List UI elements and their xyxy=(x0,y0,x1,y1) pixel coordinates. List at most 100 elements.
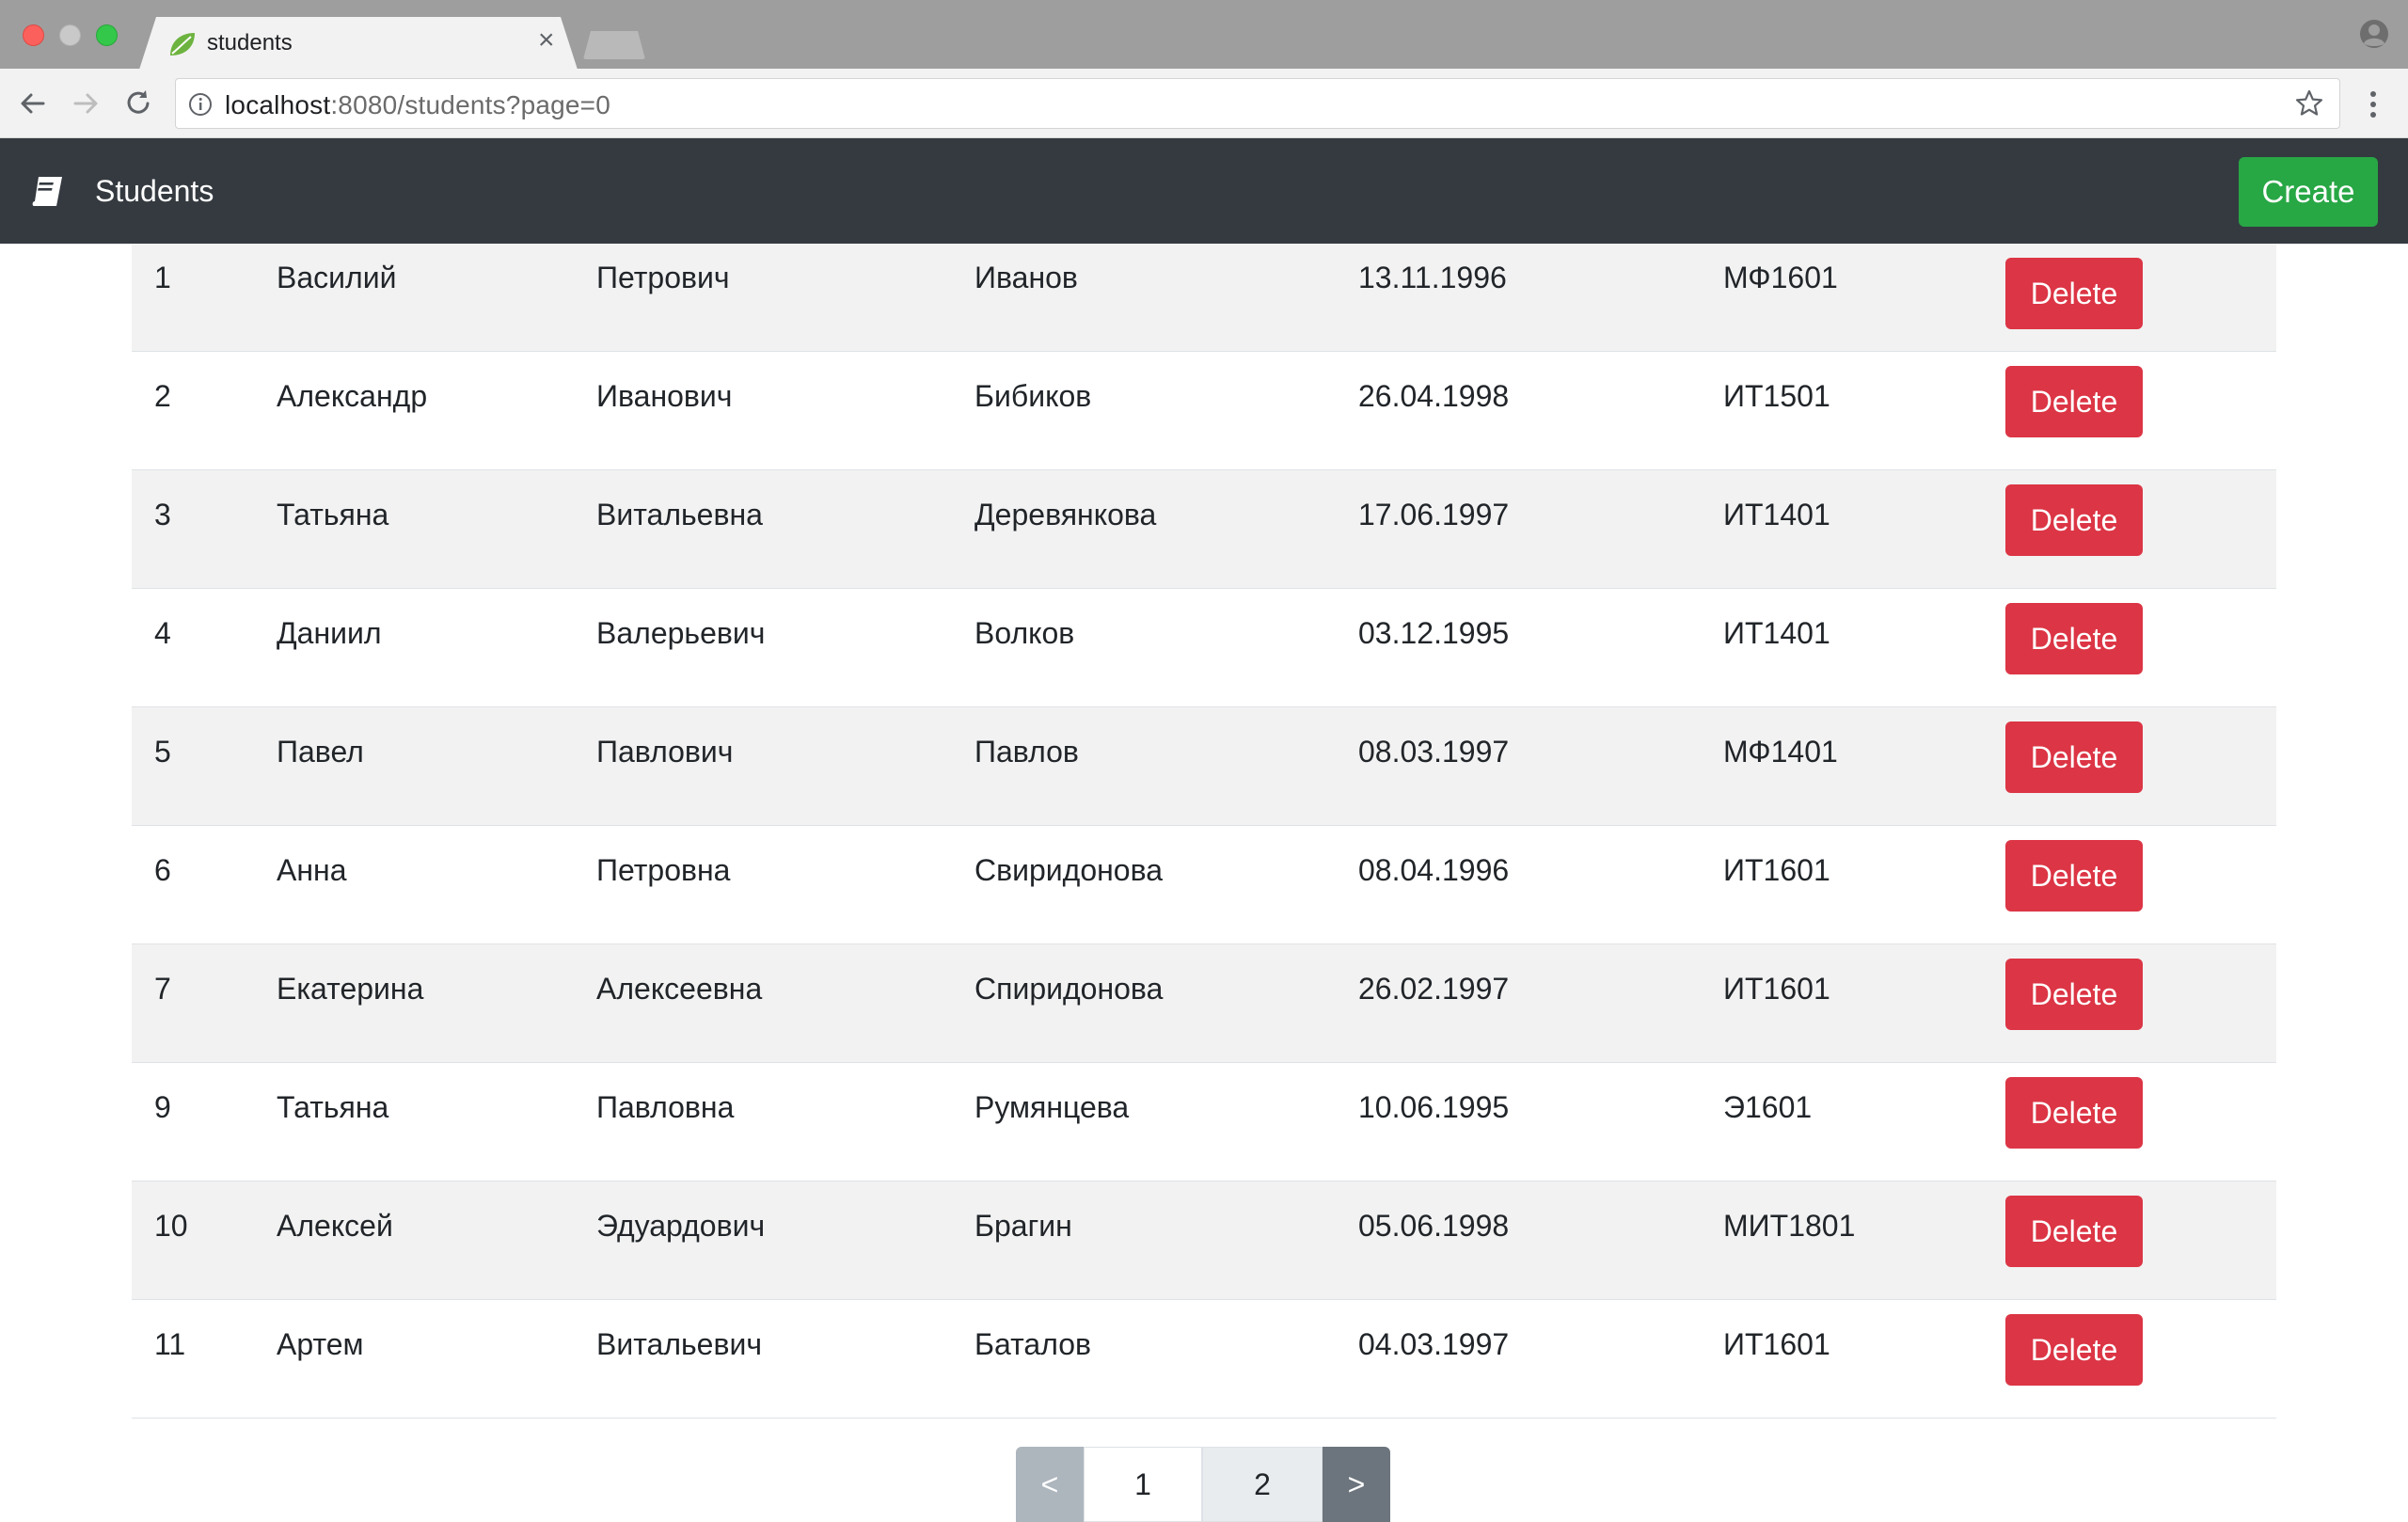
student-middle-name: Витальевна xyxy=(596,498,763,531)
student-last-name: Баталов xyxy=(974,1327,1092,1361)
delete-button[interactable]: Delete xyxy=(2005,721,2143,793)
student-first-name: Александр xyxy=(277,379,428,413)
table-row: 10 Алексей Эдуардович Брагин 05.06.1998 МИТ18… xyxy=(132,1181,2276,1300)
student-last-name: Бибиков xyxy=(974,379,1092,413)
student-last-name: Брагин xyxy=(974,1209,1072,1243)
student-last-name: Свиридонова xyxy=(974,853,1164,887)
reload-icon[interactable] xyxy=(120,86,156,121)
brand-title[interactable]: Students xyxy=(95,174,214,209)
student-group: ИТ1401 xyxy=(1723,498,1830,531)
bookmark-star-icon[interactable] xyxy=(2294,88,2324,119)
student-first-name: Даниил xyxy=(277,616,382,650)
student-group: ИТ1401 xyxy=(1723,616,1830,650)
student-group: Э1601 xyxy=(1723,1090,1813,1124)
delete-button[interactable]: Delete xyxy=(2005,1314,2143,1386)
student-first-name: Татьяна xyxy=(277,498,389,531)
student-birth-date: 08.04.1996 xyxy=(1358,853,1510,887)
forward-arrow-icon[interactable] xyxy=(68,86,103,121)
student-group: МИТ1801 xyxy=(1723,1209,1856,1243)
profile-icon[interactable] xyxy=(2359,19,2389,49)
student-first-name: Екатерина xyxy=(277,972,424,1006)
student-first-name: Татьяна xyxy=(277,1090,389,1124)
student-middle-name: Петровна xyxy=(596,853,731,887)
back-arrow-icon[interactable] xyxy=(15,86,51,121)
student-middle-name: Иванович xyxy=(596,379,733,413)
student-group: ИТ1601 xyxy=(1723,853,1830,887)
table-row: 6 Анна Петровна Свиридонова 08.04.1996 ИТ1601… xyxy=(132,826,2276,944)
new-tab-button[interactable] xyxy=(583,31,645,59)
table-row: 9 Татьяна Павловна Румянцева 10.06.1995 Э1601… xyxy=(132,1063,2276,1181)
student-middle-name: Витальевич xyxy=(596,1327,762,1361)
student-birth-date: 13.11.1996 xyxy=(1358,261,1507,294)
delete-button[interactable]: Delete xyxy=(2005,484,2143,556)
student-middle-name: Павловна xyxy=(596,1090,735,1124)
delete-button[interactable]: Delete xyxy=(2005,366,2143,437)
window-close-button[interactable] xyxy=(23,24,44,46)
tab-close-icon[interactable]: × xyxy=(538,26,555,55)
tab-title: students xyxy=(207,30,293,55)
student-last-name: Волков xyxy=(974,616,1075,650)
student-group: ИТ1601 xyxy=(1723,972,1830,1006)
student-birth-date: 08.03.1997 xyxy=(1358,735,1510,769)
student-first-name: Алексей xyxy=(277,1209,393,1243)
window-minimize-button[interactable] xyxy=(59,24,81,46)
student-birth-date: 03.12.1995 xyxy=(1358,616,1510,650)
student-middle-name: Павлович xyxy=(596,735,734,769)
student-last-name: Румянцева xyxy=(974,1090,1130,1124)
delete-button[interactable]: Delete xyxy=(2005,959,2143,1030)
student-birth-date: 26.04.1998 xyxy=(1358,379,1510,413)
student-first-name: Артем xyxy=(277,1327,364,1361)
page-2-button[interactable]: 2 xyxy=(1202,1447,1323,1522)
delete-button[interactable]: Delete xyxy=(2005,840,2143,912)
student-group: МФ1601 xyxy=(1723,261,1838,294)
next-page-button[interactable]: > xyxy=(1323,1447,1390,1522)
student-birth-date: 10.06.1995 xyxy=(1358,1090,1510,1124)
info-icon[interactable] xyxy=(187,91,214,118)
student-first-name: Василий xyxy=(277,261,397,294)
student-id: 7 xyxy=(154,972,171,1006)
student-last-name: Иванов xyxy=(974,261,1078,294)
student-last-name: Спиридонова xyxy=(974,972,1164,1006)
student-last-name: Павлов xyxy=(974,735,1079,769)
student-birth-date: 04.03.1997 xyxy=(1358,1327,1510,1361)
student-group: МФ1401 xyxy=(1723,735,1838,769)
browser-tab-strip: students × xyxy=(0,0,2408,70)
delete-button[interactable]: Delete xyxy=(2005,1077,2143,1149)
student-birth-date: 05.06.1998 xyxy=(1358,1209,1510,1243)
delete-button[interactable]: Delete xyxy=(2005,603,2143,674)
browser-tab[interactable]: students × xyxy=(139,17,578,70)
browser-menu-icon[interactable] xyxy=(2361,86,2385,123)
student-id: 5 xyxy=(154,735,171,769)
prev-page-button[interactable]: < xyxy=(1016,1447,1084,1522)
table-row: 2 Александр Иванович Бибиков 26.04.1998 ИТ150… xyxy=(132,352,2276,470)
table-row: 3 Татьяна Витальевна Деревянкова 17.06.1997 И… xyxy=(132,470,2276,589)
app-navbar: Students Create xyxy=(0,138,2408,244)
student-id: 9 xyxy=(154,1090,171,1124)
url-text[interactable]: localhost:8080/students?page=0 xyxy=(225,90,610,120)
page-1-button[interactable]: 1 xyxy=(1084,1447,1202,1522)
delete-button[interactable]: Delete xyxy=(2005,258,2143,329)
address-bar[interactable]: localhost:8080/students?page=0 xyxy=(175,78,2340,129)
student-last-name: Деревянкова xyxy=(974,498,1157,531)
url-path: :8080/students?page=0 xyxy=(330,90,610,119)
table-row: 7 Екатерина Алексеевна Спиридонова 26.02.199… xyxy=(132,944,2276,1063)
student-group: ИТ1501 xyxy=(1723,379,1830,413)
student-id: 10 xyxy=(154,1209,188,1243)
table-row: 4 Даниил Валерьевич Волков 03.12.1995 ИТ1401 D… xyxy=(132,589,2276,707)
browser-toolbar: localhost:8080/students?page=0 xyxy=(0,69,2408,138)
student-id: 11 xyxy=(154,1327,186,1361)
student-middle-name: Валерьевич xyxy=(596,616,766,650)
student-group: ИТ1601 xyxy=(1723,1327,1830,1361)
table-row: 11 Артем Витальевич Баталов 04.03.1997 ИТ1601… xyxy=(132,1300,2276,1419)
student-id: 6 xyxy=(154,853,171,887)
student-id: 2 xyxy=(154,379,171,413)
student-birth-date: 26.02.1997 xyxy=(1358,972,1510,1006)
create-button[interactable]: Create xyxy=(2239,157,2378,227)
table-row: 5 Павел Павлович Павлов 08.03.1997 МФ1401 Dele… xyxy=(132,707,2276,826)
window-maximize-button[interactable] xyxy=(96,24,118,46)
student-id: 3 xyxy=(154,498,171,531)
student-middle-name: Петрович xyxy=(596,261,730,294)
delete-button[interactable]: Delete xyxy=(2005,1196,2143,1267)
student-first-name: Павел xyxy=(277,735,364,769)
book-icon[interactable] xyxy=(30,173,66,209)
